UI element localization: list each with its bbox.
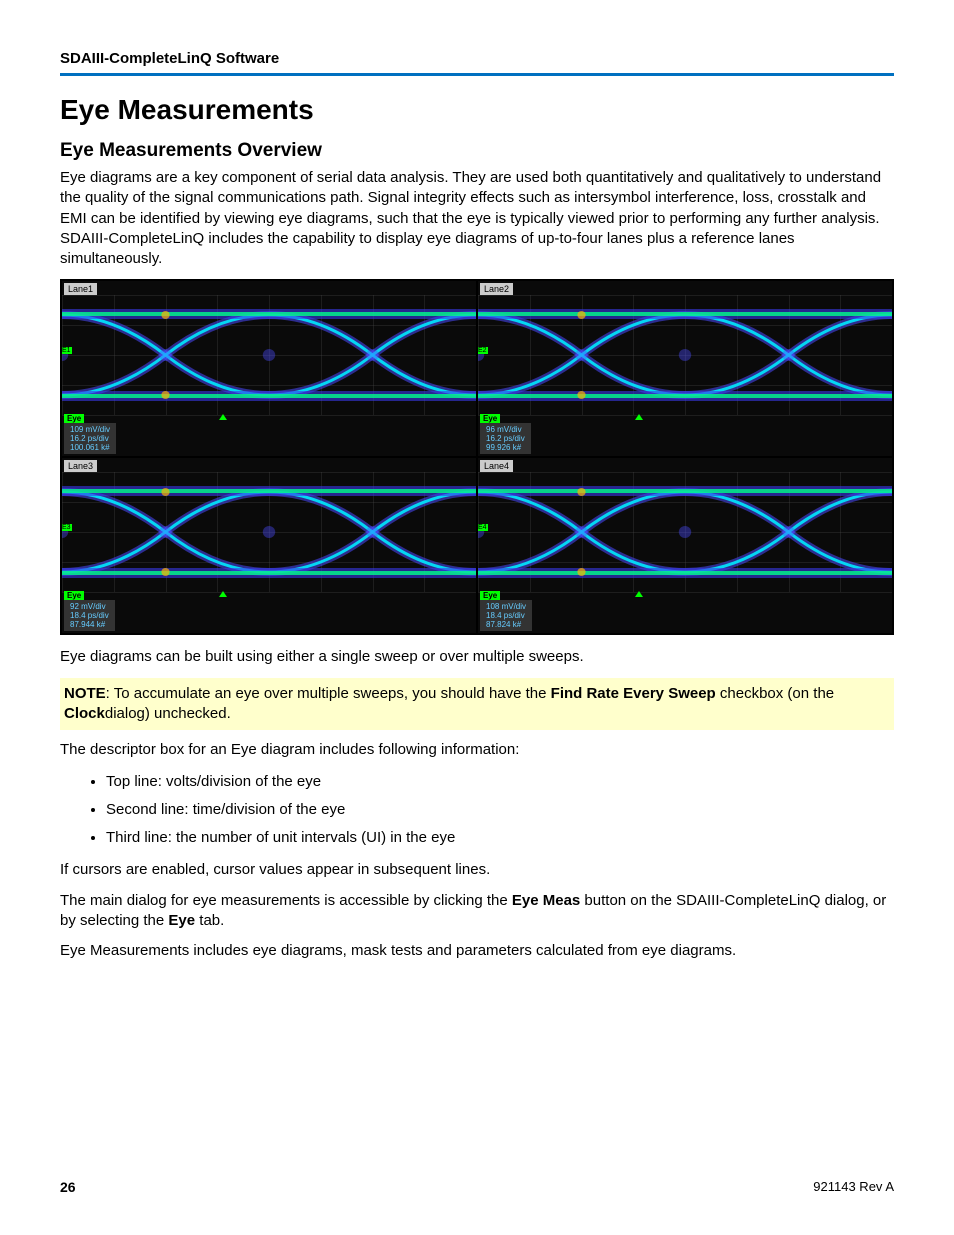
time-marker-icon <box>219 591 227 597</box>
descriptor-tag: Eye <box>64 414 84 423</box>
running-header: SDAIII-CompleteLinQ Software <box>60 50 894 76</box>
channel-tag: E2 <box>478 347 488 354</box>
descriptor-tag: Eye <box>480 591 500 600</box>
descriptor-values: 108 mV/div18.4 ps/div87.824 k# <box>480 600 532 632</box>
eye-plot <box>62 472 476 592</box>
list-item: Third line: the number of unit intervals… <box>106 826 894 850</box>
note-text: dialog) unchecked. <box>105 705 231 722</box>
descriptor-box: Eye 96 mV/div16.2 ps/div99.926 k# <box>480 414 531 455</box>
lane-label: Lane3 <box>64 460 97 472</box>
descriptor-tag: Eye <box>64 591 84 600</box>
eye-plot <box>62 295 476 415</box>
descriptor-box: Eye 108 mV/div18.4 ps/div87.824 k# <box>480 591 532 632</box>
text: tab. <box>195 912 224 929</box>
inline-bold: Eye <box>168 912 195 929</box>
page-footer: 26 921143 Rev A <box>60 1179 894 1195</box>
time-marker-icon <box>635 414 643 420</box>
eye-lane: Lane2 E2 <box>478 281 892 456</box>
note-bold: Find Rate Every Sweep <box>551 685 716 702</box>
eye-plot <box>478 472 892 592</box>
intro-paragraph: Eye diagrams are a key component of seri… <box>60 168 894 269</box>
lane-label: Lane1 <box>64 283 97 295</box>
eye-lane: Lane3 E3 <box>62 458 476 633</box>
note-text: checkbox (on the <box>716 685 834 702</box>
section-heading: Eye Measurements Overview <box>60 140 894 162</box>
body-paragraph: If cursors are enabled, cursor values ap… <box>60 860 894 880</box>
descriptor-tag: Eye <box>480 414 500 423</box>
descriptor-values: 96 mV/div16.2 ps/div99.926 k# <box>480 423 531 455</box>
eye-lane: Lane4 E4 <box>478 458 892 633</box>
descriptor-box: Eye 92 mV/div18.4 ps/div87.944 k# <box>64 591 115 632</box>
eye-diagram-grid: Lane1 E1 <box>60 279 894 635</box>
descriptor-box: Eye 109 mV/div16.2 ps/div100.061 k# <box>64 414 116 455</box>
body-paragraph: Eye Measurements includes eye diagrams, … <box>60 941 894 961</box>
lane-label: Lane4 <box>480 460 513 472</box>
eye-lane: Lane1 E1 <box>62 281 476 456</box>
body-paragraph: The main dialog for eye measurements is … <box>60 891 894 932</box>
descriptor-values: 109 mV/div16.2 ps/div100.061 k# <box>64 423 116 455</box>
page-title: Eye Measurements <box>60 94 894 126</box>
time-marker-icon <box>635 591 643 597</box>
body-paragraph: The descriptor box for an Eye diagram in… <box>60 740 894 760</box>
note-text: : To accumulate an eye over multiple swe… <box>106 685 551 702</box>
note-box: NOTE: To accumulate an eye over multiple… <box>60 678 894 731</box>
page: SDAIII-CompleteLinQ Software Eye Measure… <box>0 0 954 1235</box>
page-number: 26 <box>60 1179 76 1195</box>
descriptor-values: 92 mV/div18.4 ps/div87.944 k# <box>64 600 115 632</box>
note-bold: Clock <box>64 705 105 722</box>
doc-id: 921143 Rev A <box>813 1179 894 1195</box>
inline-bold: Eye Meas <box>512 892 580 909</box>
channel-tag: E3 <box>62 524 72 531</box>
channel-tag: E4 <box>478 524 488 531</box>
lane-label: Lane2 <box>480 283 513 295</box>
descriptor-list: Top line: volts/division of the eye Seco… <box>60 770 894 850</box>
text: The main dialog for eye measurements is … <box>60 892 512 909</box>
channel-tag: E1 <box>62 347 72 354</box>
body-paragraph: Eye diagrams can be built using either a… <box>60 647 894 667</box>
list-item: Top line: volts/division of the eye <box>106 770 894 794</box>
list-item: Second line: time/division of the eye <box>106 798 894 822</box>
time-marker-icon <box>219 414 227 420</box>
note-label: NOTE <box>64 685 106 702</box>
eye-plot <box>478 295 892 415</box>
